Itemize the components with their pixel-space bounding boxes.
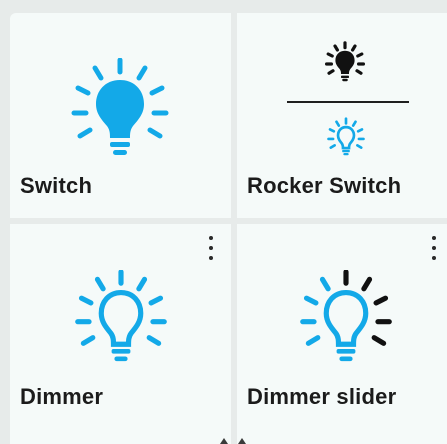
- more-options-icon[interactable]: [202, 234, 220, 262]
- more-options-icon[interactable]: [425, 234, 443, 262]
- lightbulb-outline-small-icon: [327, 117, 365, 156]
- tile-dimmer-slider[interactable]: Dimmer slider: [237, 224, 447, 444]
- lightbulb-outline-icon: [75, 270, 167, 362]
- rocker-divider: [287, 101, 409, 103]
- partial-icon: [220, 438, 246, 444]
- lightbulb-filled-icon: [71, 58, 169, 155]
- tile-label: Rocker Switch: [247, 173, 402, 198]
- device-tile-grid: Switch Rocker Switch Dimmer Dimmer slide…: [0, 0, 447, 444]
- lightbulb-dark-icon: [325, 41, 365, 82]
- lightbulb-dimmer-slider-icon: [300, 270, 392, 362]
- tile-label: Dimmer: [20, 384, 104, 409]
- tile-dimmer[interactable]: Dimmer: [10, 224, 231, 444]
- tile-label: Switch: [20, 173, 93, 198]
- tile-switch[interactable]: Switch: [10, 13, 231, 218]
- tile-rocker-switch[interactable]: Rocker Switch: [237, 13, 447, 218]
- tile-label: Dimmer slider: [247, 384, 397, 409]
